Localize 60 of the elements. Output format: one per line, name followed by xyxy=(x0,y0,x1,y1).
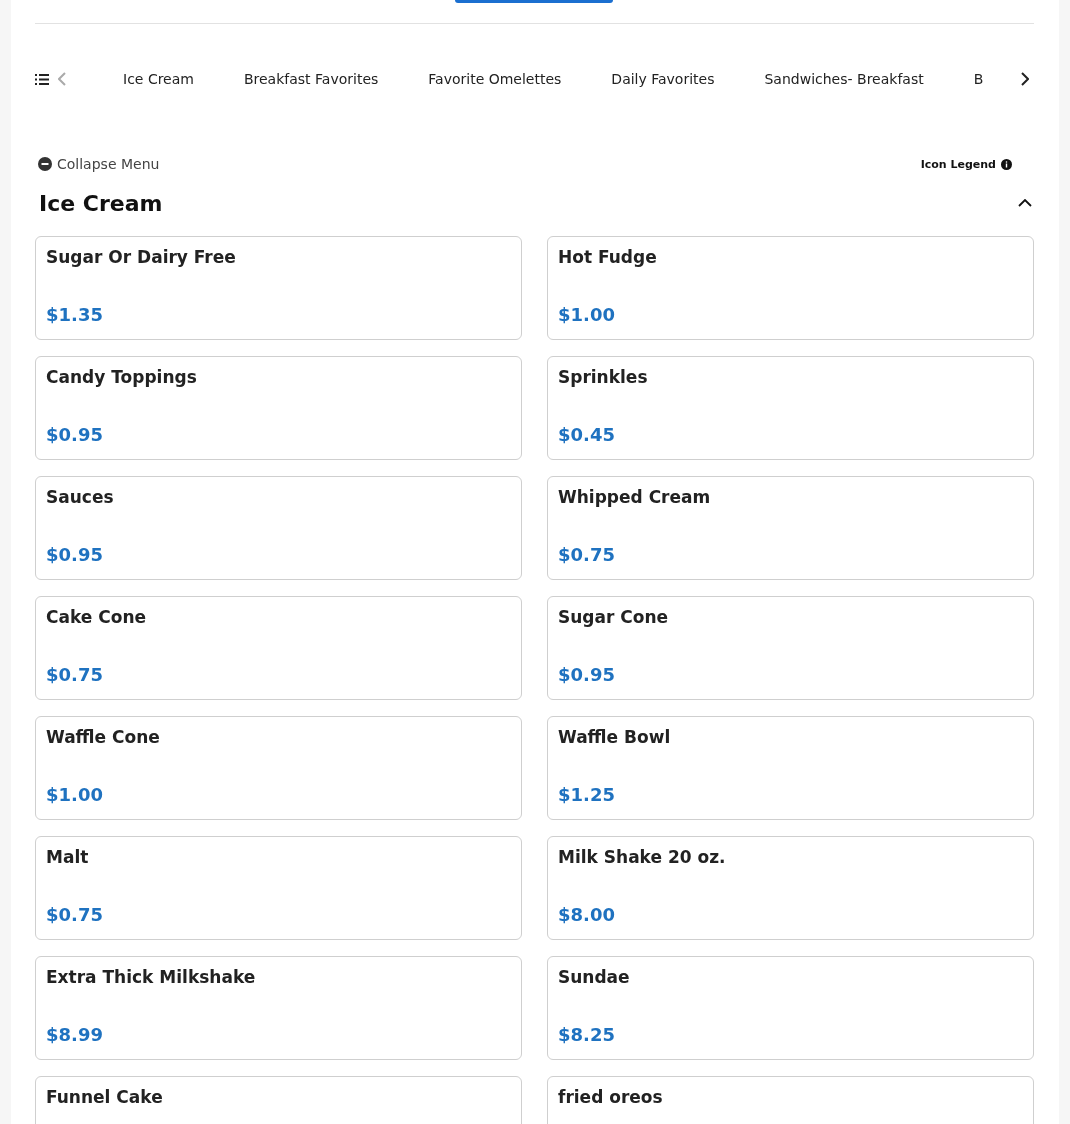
item-name: Milk Shake 20 oz. xyxy=(558,847,726,867)
item-price: $1.00 xyxy=(558,305,615,325)
chevron-up-icon[interactable] xyxy=(1018,199,1032,207)
item-name: Sugar Or Dairy Free xyxy=(46,247,236,267)
menu-item-card[interactable]: Waffle Cone $1.00 xyxy=(35,716,522,820)
item-price: $0.95 xyxy=(46,545,103,565)
item-price: $0.75 xyxy=(558,545,615,565)
menu-item-card[interactable]: Malt $0.75 xyxy=(35,836,522,940)
item-price: $0.95 xyxy=(46,425,103,445)
item-price: $8.99 xyxy=(46,1025,103,1045)
collapse-menu-button[interactable]: Collapse Menu xyxy=(35,156,160,172)
item-price: $0.95 xyxy=(558,665,615,685)
section-title: Ice Cream xyxy=(39,190,163,216)
item-name: Cake Cone xyxy=(46,607,147,627)
menu-item-card[interactable]: Sauces $0.95 xyxy=(35,476,522,580)
category-tab[interactable]: Favorite Omelettes xyxy=(428,71,562,87)
category-tab[interactable]: Breakfast Favorites xyxy=(243,71,379,87)
item-name: Funnel Cake xyxy=(46,1087,163,1107)
menu-item-card[interactable]: Whipped Cream $0.75 xyxy=(547,476,1034,580)
category-tab[interactable]: Ice Cream xyxy=(123,71,194,87)
item-price: $8.25 xyxy=(558,1025,615,1045)
item-price: $1.35 xyxy=(46,305,103,325)
item-price: $0.45 xyxy=(558,425,615,445)
menu-item-card[interactable]: Candy Toppings $0.95 xyxy=(35,356,522,460)
item-price: $0.75 xyxy=(46,665,103,685)
item-name: Malt xyxy=(46,847,89,867)
item-name: Waffle Cone xyxy=(46,727,160,747)
item-price: $1.00 xyxy=(46,785,103,805)
item-name: Waffle Bowl xyxy=(558,727,671,747)
menu-item-card[interactable]: Sugar Or Dairy Free $1.35 xyxy=(35,236,522,340)
item-name: Sprinkles xyxy=(558,367,648,387)
menu-item-card[interactable]: Hot Fudge $1.00 xyxy=(547,236,1034,340)
menu-item-card[interactable]: Cake Cone $0.75 xyxy=(35,596,522,700)
item-name: Sauces xyxy=(46,487,114,507)
item-price: $0.75 xyxy=(46,905,103,925)
menu-item-card[interactable]: Waffle Bowl $1.25 xyxy=(547,716,1034,820)
icon-legend-button[interactable]: Icon Legend xyxy=(920,157,1012,171)
item-name: Sugar Cone xyxy=(558,607,669,627)
menu-item-card[interactable]: Sugar Cone $0.95 xyxy=(547,596,1034,700)
category-tab[interactable]: Sandwiches- Breakfast xyxy=(764,71,924,87)
menu-item-card[interactable]: Extra Thick Milkshake $8.99 xyxy=(35,956,522,1060)
item-name: Hot Fudge xyxy=(558,247,657,267)
category-tab[interactable]: B xyxy=(973,71,984,87)
item-name: Extra Thick Milkshake xyxy=(46,967,256,987)
category-tab[interactable]: Daily Favorites xyxy=(611,71,715,87)
minus-circle-icon xyxy=(38,157,52,171)
menu-item-card[interactable]: Sprinkles $0.45 xyxy=(547,356,1034,460)
item-name: Whipped Cream xyxy=(558,487,711,507)
item-name: Sundae xyxy=(558,967,630,987)
item-price: $8.00 xyxy=(558,905,615,925)
item-price: $1.25 xyxy=(558,785,615,805)
menu-item-card[interactable]: Funnel Cake xyxy=(35,1076,522,1124)
item-name: fried oreos xyxy=(558,1087,663,1107)
menu-item-card[interactable]: fried oreos xyxy=(547,1076,1034,1124)
chevron-right-icon[interactable] xyxy=(1021,72,1029,86)
menu-item-card[interactable]: Sundae $8.25 xyxy=(547,956,1034,1060)
info-icon xyxy=(1001,158,1012,170)
list-icon[interactable] xyxy=(35,73,49,85)
menu-item-card[interactable]: Milk Shake 20 oz. $8.00 xyxy=(547,836,1034,940)
item-name: Candy Toppings xyxy=(46,367,197,387)
